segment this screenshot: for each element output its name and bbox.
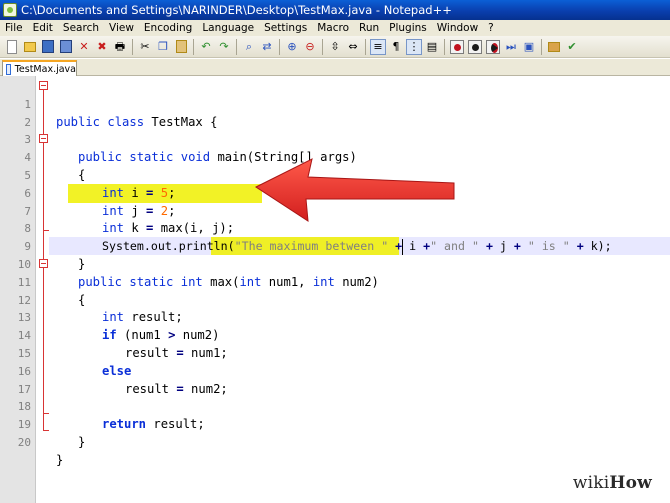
code-line: 4 {: [0, 131, 670, 182]
undo-icon[interactable]: ↶: [198, 39, 214, 55]
menu-plugins[interactable]: Plugins: [384, 20, 432, 36]
code-editor[interactable]: 1 public class TestMax { 2 3 public stat…: [0, 76, 670, 503]
close-all-icon[interactable]: ✖: [94, 39, 110, 55]
print-icon[interactable]: 🖶: [112, 39, 128, 55]
stop-record-icon[interactable]: [468, 39, 482, 54]
copy-icon[interactable]: ❐: [155, 39, 171, 55]
code-line: 13 if (num1 > num2): [0, 292, 670, 342]
wikihow-watermark: wikiHow: [572, 473, 652, 493]
find-icon[interactable]: ⌕: [241, 39, 257, 55]
code-line: 19 }: [0, 398, 670, 449]
code-line: 16 result = num2;: [0, 345, 670, 396]
paste-icon[interactable]: [173, 39, 189, 55]
line-number: 20: [17, 435, 31, 449]
close-icon[interactable]: ✕: [76, 39, 92, 55]
toolbar-separator: [444, 38, 445, 55]
save-icon[interactable]: [40, 39, 56, 55]
code-line: 14 result = num1;: [0, 309, 670, 360]
menu-encoding[interactable]: Encoding: [139, 20, 197, 36]
menu-language[interactable]: Language: [197, 20, 259, 36]
toolbar-separator: [365, 38, 366, 55]
code-line: 3 public static void main(String[] args): [0, 114, 670, 164]
toolbar: ✕ ✖ 🖶 ✂ ❐ ↶ ↷ ⌕ ⇄ ⊕ ⊖ ⇳ ⇔ ≡ ¶ ⋮ ▤ ⏭ ▣ ✔: [0, 36, 670, 58]
toolbar-separator: [279, 38, 280, 55]
menu-search[interactable]: Search: [58, 20, 104, 36]
text-caret: [402, 239, 403, 255]
annotation-arrow-icon: [254, 158, 455, 222]
redo-icon[interactable]: ↷: [216, 39, 232, 55]
toolbar-separator: [322, 38, 323, 55]
code-line: 1 public class TestMax {: [0, 78, 670, 129]
play-macro-icon[interactable]: [486, 39, 500, 54]
toolbar-separator: [541, 38, 542, 55]
sync-horizontal-icon[interactable]: ⇔: [345, 39, 361, 55]
replace-icon[interactable]: ⇄: [259, 39, 275, 55]
save-all-icon[interactable]: [58, 39, 74, 55]
sync-vertical-icon[interactable]: ⇳: [327, 39, 343, 55]
code-line: 17: [0, 363, 670, 396]
save-macro-icon[interactable]: ▣: [521, 39, 537, 55]
menu-macro[interactable]: Macro: [312, 20, 354, 36]
word-wrap-icon[interactable]: ≡: [370, 38, 386, 55]
indent-guide-icon[interactable]: ⋮: [406, 38, 422, 55]
code-line: 11 {: [0, 256, 670, 307]
zoom-out-icon[interactable]: ⊖: [302, 39, 318, 55]
file-icon: [6, 63, 11, 75]
user-language-icon[interactable]: ▤: [424, 39, 440, 55]
toolbar-separator: [132, 38, 133, 55]
menu-window[interactable]: Window: [432, 20, 483, 36]
spellcheck-icon[interactable]: ✔: [564, 39, 580, 55]
code-line: 20 }: [0, 416, 670, 467]
play-multiple-icon[interactable]: ⏭: [503, 39, 519, 55]
show-all-chars-icon[interactable]: ¶: [388, 39, 404, 55]
menu-bar: File Edit Search View Encoding Language …: [0, 20, 670, 36]
window-title: C:\Documents and Settings\NARINDER\Deskt…: [21, 3, 452, 17]
title-bar: C:\Documents and Settings\NARINDER\Deskt…: [0, 0, 670, 20]
new-file-icon[interactable]: [4, 39, 20, 55]
toolbar-separator: [193, 38, 194, 55]
menu-view[interactable]: View: [104, 20, 139, 36]
record-macro-icon[interactable]: [450, 39, 464, 54]
notepadpp-app-icon: [3, 3, 17, 17]
menu-run[interactable]: Run: [354, 20, 384, 36]
menu-file[interactable]: File: [0, 20, 28, 36]
code-line: 18 return result;: [0, 381, 670, 431]
open-file-icon[interactable]: [22, 39, 38, 55]
menu-edit[interactable]: Edit: [28, 20, 58, 36]
launch-browser-icon[interactable]: [546, 39, 562, 55]
document-tab-bar: TestMax.java: [0, 59, 670, 76]
code-line: 2: [0, 96, 670, 129]
menu-help[interactable]: ?: [483, 20, 499, 36]
tab-testmax-java[interactable]: TestMax.java: [2, 60, 77, 76]
code-line: 12 int result;: [0, 274, 670, 325]
menu-settings[interactable]: Settings: [259, 20, 312, 36]
code-line: 10 public static int max(int num1, int n…: [0, 238, 670, 289]
tab-label: TestMax.java: [14, 63, 76, 75]
code-text: }: [78, 434, 86, 449]
zoom-in-icon[interactable]: ⊕: [284, 39, 300, 55]
code-text: }: [56, 452, 64, 467]
toolbar-separator: [236, 38, 237, 55]
code-line: 15 else: [0, 327, 670, 378]
cut-icon[interactable]: ✂: [137, 39, 153, 55]
